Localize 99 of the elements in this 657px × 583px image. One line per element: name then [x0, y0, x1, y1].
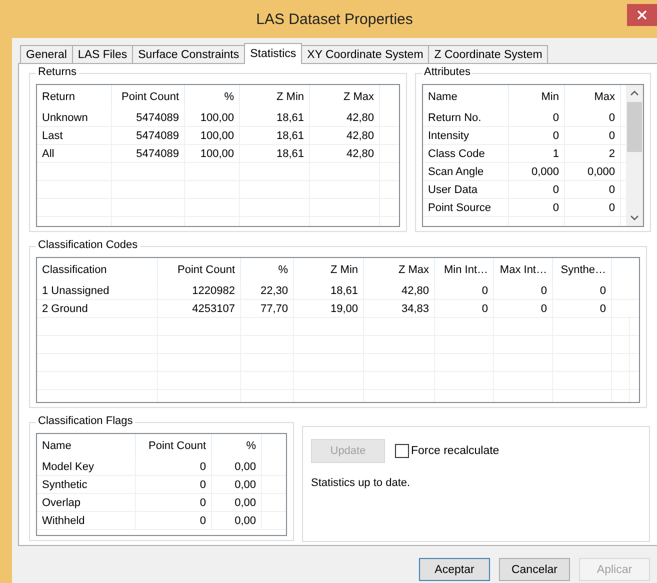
close-button[interactable] — [627, 4, 657, 26]
table-cell: Class Code — [423, 145, 509, 162]
table-cell: 0 — [136, 476, 212, 493]
table-cell: 18,61 — [294, 282, 364, 299]
table-cell: 0 — [435, 282, 494, 299]
scrollbar[interactable] — [626, 85, 643, 226]
table-cell: 42,80 — [310, 145, 380, 162]
table-cell: 0,00 — [212, 494, 262, 511]
group-title: Attributes — [422, 66, 472, 78]
table-cell: Return No. — [423, 109, 509, 126]
column-header[interactable]: Z Max — [310, 85, 380, 109]
table-cell: Last — [37, 127, 112, 144]
column-header[interactable]: Z Min — [294, 258, 364, 282]
table-cell: 0 — [136, 458, 212, 475]
table-cell: Overlap — [37, 494, 136, 511]
table-cell: 0,000 — [565, 163, 621, 180]
table-cell: 42,80 — [310, 109, 380, 126]
table-cell: 18,61 — [240, 145, 310, 162]
column-header[interactable]: Synthe… — [553, 258, 612, 282]
table-cell: 0 — [565, 109, 621, 126]
table-cell: 0,00 — [212, 476, 262, 493]
dialog-button[interactable]: Cancelar — [499, 558, 570, 581]
table-cell: 1 Unassigned — [37, 282, 158, 299]
scroll-thumb[interactable] — [627, 102, 642, 152]
column-header[interactable]: Max Int… — [494, 258, 553, 282]
table-cell: 0 — [565, 127, 621, 144]
table-cell: Point Source — [423, 199, 509, 216]
table-cell: 5474089 — [112, 127, 185, 144]
group-title: Classification Codes — [36, 239, 140, 251]
table-cell: 4253107 — [158, 300, 241, 317]
table-cell: 0 — [565, 199, 621, 216]
column-header[interactable]: Point Count — [136, 434, 212, 458]
table-cell: 0 — [565, 181, 621, 198]
column-header[interactable]: Z Min — [240, 85, 310, 109]
tab[interactable]: Z Coordinate System — [428, 45, 548, 63]
status-text: Statistics up to date. — [311, 477, 412, 489]
table-cell: Intensity — [423, 127, 509, 144]
column-header[interactable]: Point Count — [112, 85, 185, 109]
checkbox-label: Force recalculate — [411, 445, 500, 457]
table-cell: Synthetic — [37, 476, 136, 493]
table-cell: 2 — [565, 145, 621, 162]
table-cell: 0,00 — [212, 458, 262, 475]
column-header[interactable]: % — [212, 434, 262, 458]
table-cell: 18,61 — [240, 127, 310, 144]
table-cell: 0 — [136, 494, 212, 511]
table-cell: 77,70 — [241, 300, 294, 317]
table-cell: 0 — [553, 300, 612, 317]
table-cell: Withheld — [37, 512, 136, 529]
group-title: Classification Flags — [36, 415, 135, 427]
close-icon — [637, 10, 647, 20]
table-cell: 0 — [509, 109, 565, 126]
table-cell: 100,00 — [185, 145, 240, 162]
checkbox[interactable] — [395, 444, 409, 458]
table-cell: 0 — [509, 127, 565, 144]
table-cell: 0 — [136, 512, 212, 529]
tab[interactable]: General — [20, 45, 73, 63]
column-header[interactable]: Z Max — [364, 258, 435, 282]
column-header[interactable]: Point Count — [158, 258, 241, 282]
table-cell: 0 — [509, 199, 565, 216]
column-header[interactable]: Max — [565, 85, 621, 109]
table-cell: 0 — [509, 181, 565, 198]
table-cell: Scan Angle — [423, 163, 509, 180]
column-header[interactable]: Min Int… — [435, 258, 494, 282]
table-cell: 0,00 — [212, 512, 262, 529]
column-header[interactable]: Return — [37, 85, 112, 109]
table-cell: 100,00 — [185, 109, 240, 126]
column-header[interactable]: % — [241, 258, 294, 282]
force-recalculate-checkbox[interactable]: Force recalculate — [395, 444, 500, 458]
table-cell: All — [37, 145, 112, 162]
tab[interactable]: XY Coordinate System — [301, 45, 430, 63]
table-cell: 42,80 — [364, 282, 435, 299]
column-header[interactable]: Classification — [37, 258, 158, 282]
column-header[interactable]: Min — [509, 85, 565, 109]
table-cell: 0,000 — [509, 163, 565, 180]
table-cell: 0 — [553, 282, 612, 299]
table-cell: 42,80 — [310, 127, 380, 144]
window-title: LAS Dataset Properties — [256, 10, 413, 28]
table-cell: Unknown — [37, 109, 112, 126]
table-cell: 19,00 — [294, 300, 364, 317]
table-cell: 5474089 — [112, 109, 185, 126]
group-title: Returns — [36, 66, 79, 78]
dialog-button[interactable]: Aceptar — [419, 558, 490, 581]
table-cell: User Data — [423, 181, 509, 198]
table-cell: 18,61 — [240, 109, 310, 126]
column-header[interactable]: Name — [37, 434, 136, 458]
tab[interactable]: Statistics — [244, 43, 302, 64]
table-cell: 1 — [509, 145, 565, 162]
table-cell: Model Key — [37, 458, 136, 475]
table-cell: 2 Ground — [37, 300, 158, 317]
column-header[interactable]: Name — [423, 85, 509, 109]
table-cell: 0 — [494, 300, 553, 317]
table-cell: 1220982 — [158, 282, 241, 299]
table-cell: 0 — [435, 300, 494, 317]
table-cell: 0 — [494, 282, 553, 299]
table-cell: 34,83 — [364, 300, 435, 317]
table-cell: 100,00 — [185, 127, 240, 144]
table-cell: 5474089 — [112, 145, 185, 162]
column-header[interactable]: % — [185, 85, 240, 109]
table-cell: 22,30 — [241, 282, 294, 299]
